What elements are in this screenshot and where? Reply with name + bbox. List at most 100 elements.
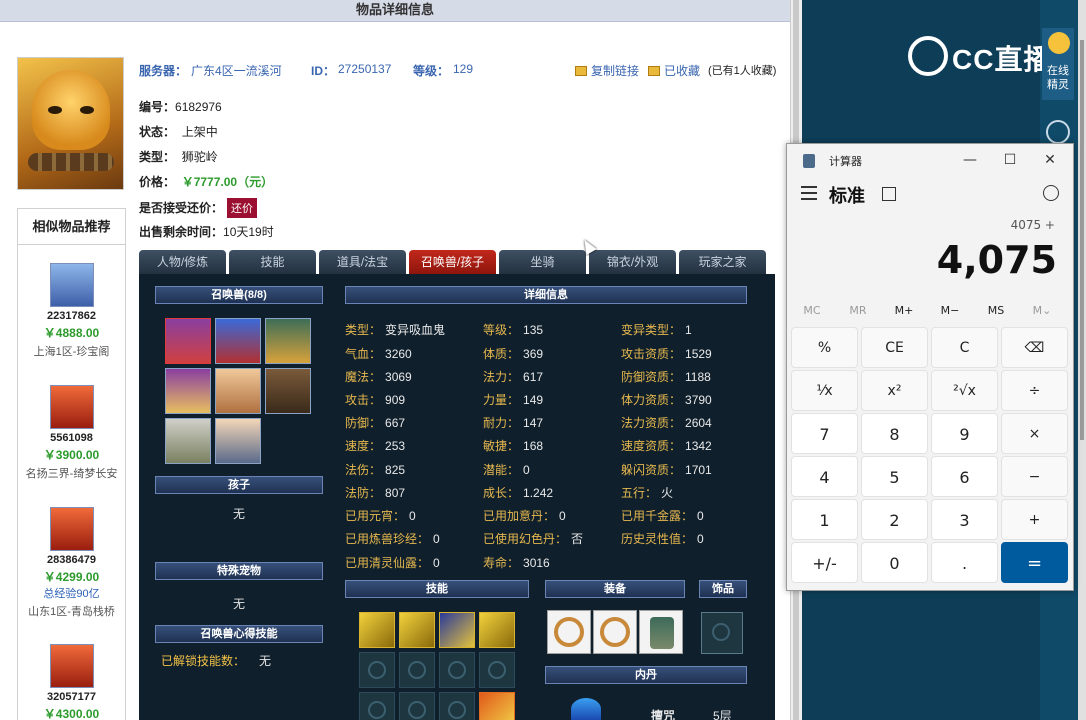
pet-slot[interactable]: [165, 418, 211, 464]
memory-store-button[interactable]: MS: [973, 304, 1019, 317]
percent-key[interactable]: %: [791, 327, 858, 368]
pet-slot[interactable]: [165, 368, 211, 414]
multiply-key[interactable]: ×: [1001, 413, 1068, 454]
subtract-key[interactable]: −: [1001, 456, 1068, 497]
remaining-row: 出售剩余时间：10天19时: [139, 223, 274, 240]
minimize-button[interactable]: —: [957, 150, 983, 170]
equip-slot[interactable]: [639, 610, 683, 654]
equip-slot[interactable]: [593, 610, 637, 654]
similar-item-server: 名扬三界-绮梦长安: [25, 468, 118, 480]
online-spirit-button[interactable]: 在线精灵: [1042, 28, 1074, 100]
clear-key[interactable]: C: [931, 327, 998, 368]
skill-slot[interactable]: [359, 612, 395, 648]
detail-tabs: 人物/修炼 技能 道具/法宝 召唤兽/孩子 坐骑 锦衣/外观 玩家之家: [139, 250, 773, 274]
pet-slot[interactable]: [215, 418, 261, 464]
memory-add-button[interactable]: M+: [881, 304, 927, 317]
pet-slot[interactable]: [215, 368, 261, 414]
right-scrollbar-thumb[interactable]: [1080, 40, 1084, 440]
accessory-header: 饰品: [699, 580, 747, 598]
copy-link-label: 复制链接: [591, 64, 640, 78]
square-root-key[interactable]: ²√x: [931, 370, 998, 411]
divide-key[interactable]: ÷: [1001, 370, 1068, 411]
memory-clear-button[interactable]: MC: [789, 304, 835, 317]
memory-subtract-button[interactable]: M−: [927, 304, 973, 317]
tab-mounts[interactable]: 坐骑: [499, 250, 586, 274]
hamburger-menu-icon[interactable]: [801, 186, 817, 200]
tab-pets[interactable]: 召唤兽/孩子: [409, 250, 496, 274]
similar-item[interactable]: 5561098 ￥3900.00 名扬三界-绮梦长安: [18, 385, 125, 481]
close-button[interactable]: ✕: [1037, 150, 1063, 170]
portrait-face: [32, 70, 110, 150]
equip-slot[interactable]: [547, 610, 591, 654]
similar-item-thumb[interactable]: [49, 507, 94, 551]
digit-2-key[interactable]: 2: [861, 499, 928, 540]
digit-6-key[interactable]: 6: [931, 456, 998, 497]
similar-item[interactable]: 32057177 ￥4300.00: [18, 644, 125, 720]
calculator-titlebar[interactable]: 计算器 — ☐ ✕: [787, 144, 1073, 176]
pet-slot[interactable]: [165, 318, 211, 364]
pet-slot[interactable]: [265, 318, 311, 364]
digit-8-key[interactable]: 8: [861, 413, 928, 454]
digit-4-key[interactable]: 4: [791, 456, 858, 497]
digit-5-key[interactable]: 5: [861, 456, 928, 497]
tab-items[interactable]: 道具/法宝: [319, 250, 406, 274]
bargain-label: 是否接受还价：: [139, 201, 224, 215]
history-clock-icon[interactable]: [1046, 120, 1070, 144]
favorite-button[interactable]: 已收藏: [648, 62, 700, 79]
stat-agility: 敏捷： 168: [483, 439, 544, 453]
ring-icon: [600, 617, 630, 647]
copy-link-button[interactable]: 复制链接: [575, 62, 639, 79]
insight-label: 已解锁技能数：: [161, 654, 246, 668]
digit-9-key[interactable]: 9: [931, 413, 998, 454]
skill-slot[interactable]: [479, 612, 515, 648]
skill-slot-empty: [399, 652, 435, 688]
neidan-icon[interactable]: [571, 698, 601, 720]
pet-slot[interactable]: [215, 318, 261, 364]
keep-on-top-icon[interactable]: [882, 187, 896, 201]
decimal-key[interactable]: .: [931, 542, 998, 583]
tab-outfits[interactable]: 锦衣/外观: [589, 250, 676, 274]
skill-slot-empty: [359, 692, 395, 720]
similar-item-thumb[interactable]: [49, 385, 94, 429]
add-key[interactable]: +: [1001, 499, 1068, 540]
bargain-button[interactable]: 还价: [227, 198, 258, 218]
item-header: 服务器： 广东4区一流溪河 ID： 27250137 等级： 129 复制链接 …: [139, 62, 779, 78]
similar-item[interactable]: 22317862 ￥4888.00 上海1区-珍宝阁: [18, 263, 125, 359]
stat-attack: 攻击： 909: [345, 393, 406, 407]
backspace-key[interactable]: ⌫: [1001, 327, 1068, 368]
skill-slot[interactable]: [439, 612, 475, 648]
number-label: 编号：: [139, 100, 176, 114]
status-row: 状态： 上架中: [139, 123, 218, 140]
clear-entry-key[interactable]: CE: [861, 327, 928, 368]
history-icon[interactable]: [1043, 185, 1059, 201]
memory-list-button[interactable]: M⌄: [1019, 304, 1065, 317]
memory-recall-button[interactable]: MR: [835, 304, 881, 317]
status-label: 状态：: [139, 125, 176, 139]
stat-speed-aptitude: 速度资质： 1342: [621, 439, 712, 453]
negate-key[interactable]: +/-: [791, 542, 858, 583]
skill-slot[interactable]: [399, 612, 435, 648]
digit-3-key[interactable]: 3: [931, 499, 998, 540]
stat-strength: 力量： 149: [483, 393, 544, 407]
pet-slot[interactable]: [265, 368, 311, 414]
skill-slot[interactable]: [479, 692, 515, 720]
tab-skills[interactable]: 技能: [229, 250, 316, 274]
reciprocal-key[interactable]: ¹⁄x: [791, 370, 858, 411]
type-label: 类型：: [139, 150, 176, 164]
similar-item[interactable]: 28386479 ￥4299.00 总经验90亿 山东1区-青岛栈桥: [18, 507, 125, 619]
digit-0-key[interactable]: 0: [861, 542, 928, 583]
level-value: 129: [453, 62, 474, 76]
calculator-title: 计算器: [829, 155, 862, 168]
stat-qingling: 已用清灵仙露： 0: [345, 556, 440, 570]
equals-key[interactable]: =: [1001, 542, 1068, 583]
tab-home[interactable]: 玩家之家: [679, 250, 766, 274]
similar-item-thumb[interactable]: [49, 263, 94, 307]
tab-character[interactable]: 人物/修炼: [139, 250, 226, 274]
digit-7-key[interactable]: 7: [791, 413, 858, 454]
digit-1-key[interactable]: 1: [791, 499, 858, 540]
square-key[interactable]: x²: [861, 370, 928, 411]
similar-item-thumb[interactable]: [49, 644, 94, 688]
skill-slot-empty: [439, 652, 475, 688]
id-value: 27250137: [338, 62, 392, 76]
maximize-button[interactable]: ☐: [997, 150, 1023, 170]
